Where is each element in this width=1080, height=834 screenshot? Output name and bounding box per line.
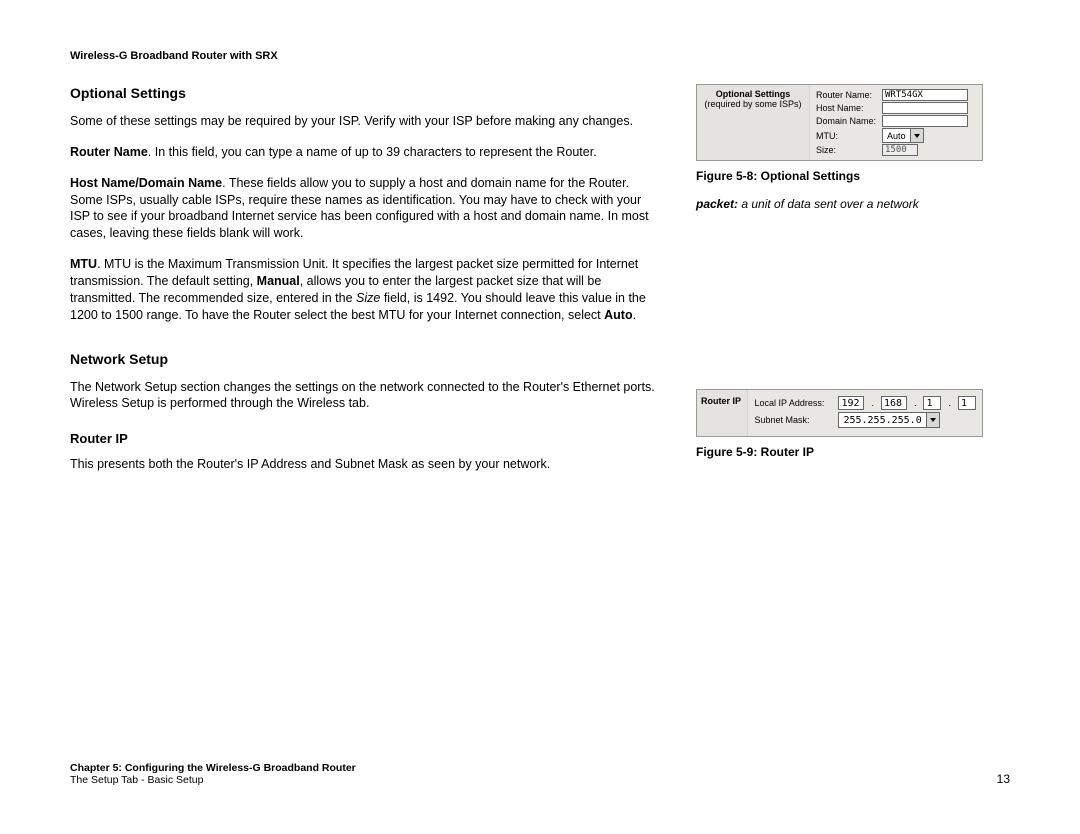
mtu-text-d: . bbox=[633, 308, 636, 322]
page-number: 13 bbox=[997, 772, 1010, 786]
fig58-mtu-label: MTU: bbox=[816, 131, 876, 141]
glossary-def: a unit of data sent over a network bbox=[738, 197, 919, 211]
glossary-packet: packet: a unit of data sent over a netwo… bbox=[696, 197, 1010, 211]
router-ip-text: This presents both the Router's IP Addre… bbox=[70, 456, 660, 473]
footer-chapter: Chapter 5: Configuring the Wireless-G Br… bbox=[70, 762, 356, 774]
fig59-caption: Figure 5-9: Router IP bbox=[696, 445, 1010, 459]
page-footer: Chapter 5: Configuring the Wireless-G Br… bbox=[70, 762, 1010, 786]
fig58-size-input bbox=[882, 144, 918, 156]
optional-settings-heading: Optional Settings bbox=[70, 84, 660, 103]
fig58-mtu-value: Auto bbox=[883, 131, 910, 141]
fig58-size-label: Size: bbox=[816, 145, 876, 155]
fig59-subnet-value: 255.255.255.0 bbox=[839, 415, 925, 426]
fig59-subnet-select[interactable]: 255.255.255.0 bbox=[838, 412, 939, 428]
footer-tab: The Setup Tab - Basic Setup bbox=[70, 774, 356, 786]
glossary-term: packet: bbox=[696, 197, 738, 211]
fig58-router-name-input[interactable] bbox=[882, 89, 968, 101]
fig58-mtu-select[interactable]: Auto bbox=[882, 128, 924, 143]
fig59-ip-oct2[interactable] bbox=[881, 396, 907, 410]
router-name-text: . In this field, you can type a name of … bbox=[148, 145, 597, 159]
mtu-auto: Auto bbox=[604, 308, 632, 322]
fig58-router-name-label: Router Name: bbox=[816, 90, 876, 100]
fig58-host-name-input[interactable] bbox=[882, 102, 968, 114]
dot: . bbox=[947, 398, 952, 408]
figure-5-9: Router IP Local IP Address: . . . Subnet… bbox=[696, 389, 983, 437]
fig58-left-panel: Optional Settings (required by some ISPs… bbox=[697, 85, 810, 160]
fig59-ip-oct4[interactable] bbox=[958, 396, 976, 410]
chevron-down-icon bbox=[926, 413, 939, 427]
mtu-size-word: Size bbox=[356, 291, 380, 305]
mtu-manual: Manual bbox=[257, 274, 300, 288]
fig58-panel-title2: (required by some ISPs) bbox=[699, 99, 807, 109]
figure-5-8: Optional Settings (required by some ISPs… bbox=[696, 84, 983, 161]
fig58-domain-name-label: Domain Name: bbox=[816, 116, 876, 126]
router-name-label: Router Name bbox=[70, 145, 148, 159]
figures-column: Optional Settings (required by some ISPs… bbox=[696, 84, 1010, 487]
chevron-down-icon bbox=[910, 129, 923, 142]
main-text-column: Optional Settings Some of these settings… bbox=[70, 84, 660, 487]
fig58-domain-name-input[interactable] bbox=[882, 115, 968, 127]
host-domain-label: Host Name/Domain Name bbox=[70, 176, 222, 190]
fig59-local-ip-label: Local IP Address: bbox=[754, 398, 832, 408]
fig58-host-name-label: Host Name: bbox=[816, 103, 876, 113]
fig59-ip-oct3[interactable] bbox=[923, 396, 941, 410]
mtu-label: MTU bbox=[70, 257, 97, 271]
fig59-ip-oct1[interactable] bbox=[838, 396, 864, 410]
fig59-left-panel: Router IP bbox=[697, 390, 748, 436]
dot: . bbox=[913, 398, 918, 408]
host-domain-para: Host Name/Domain Name. These fields allo… bbox=[70, 175, 660, 243]
product-header: Wireless-G Broadband Router with SRX bbox=[70, 50, 1010, 62]
network-setup-heading: Network Setup bbox=[70, 350, 660, 369]
router-ip-heading: Router IP bbox=[70, 430, 660, 448]
fig59-subnet-label: Subnet Mask: bbox=[754, 415, 832, 425]
mtu-para: MTU. MTU is the Maximum Transmission Uni… bbox=[70, 256, 660, 324]
network-intro: The Network Setup section changes the se… bbox=[70, 379, 660, 413]
optional-intro: Some of these settings may be required b… bbox=[70, 113, 660, 130]
fig58-panel-title1: Optional Settings bbox=[699, 89, 807, 99]
fig58-caption: Figure 5-8: Optional Settings bbox=[696, 169, 1010, 183]
router-name-para: Router Name. In this field, you can type… bbox=[70, 144, 660, 161]
dot: . bbox=[870, 398, 875, 408]
